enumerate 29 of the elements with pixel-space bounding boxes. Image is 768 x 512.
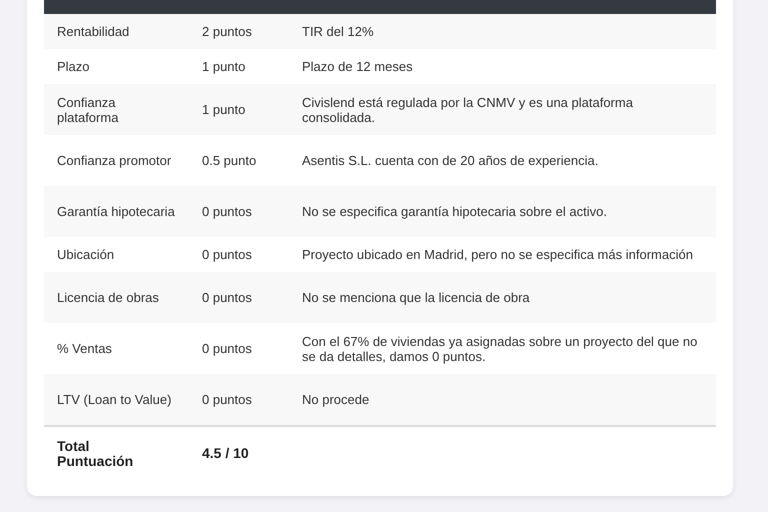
table-cell-text: 4.5 / 10 [201,446,250,461]
table-cell-text: Plazo de 12 meses [301,59,414,74]
table-cell-text: Total Puntuación [56,438,134,468]
table-cell-text: 1 punto [201,59,246,74]
table-cell-text: 2 puntos [201,24,253,39]
table-cell-text: Garantía hipotecaria [56,204,176,219]
table-cell-text: Civislend está regulada por la CNMV y es una plataforma consolidada. [301,94,634,124]
table-cell-text: 0 puntos [201,247,253,262]
table-cell-text: 0.5 punto [201,153,258,168]
table-cell-text: 0 puntos [201,290,253,305]
table-cell-text: No procede [301,392,370,407]
table-cell-text: 0 puntos [201,392,253,407]
table-cell-text: No se menciona que la licencia de obra [301,290,531,305]
table-cell-text: LTV (Loan to Value) [56,392,172,407]
table-cell-text: % Ventas [56,341,113,356]
table-cell-text: Ubicación [56,247,116,262]
table-cell-text: TIR del 12% [301,24,375,39]
table-cell-text: 0 puntos [201,204,253,219]
table-cell-text: Asentis S.L. cuenta con de 20 años de experiencia. [301,153,600,168]
table-cell-text: Proyecto ubicado en Madrid, pero no se especifica más información [301,247,694,262]
table-cell-text: Rentabilidad [56,24,130,39]
table-cell-text: Con el 67% de viviendas ya asignadas sobre un proyecto del que no se da detalles, damos 0 puntos. [301,334,698,364]
table-cell-text: Confianza plataforma [56,94,120,124]
table-cell-text: Confianza promotor [56,153,172,168]
table-cell-text: Licencia de obras [56,290,160,305]
table-cell-text: 1 punto [201,102,246,117]
table-cell-text: 0 puntos [201,341,253,356]
table-cell-text: No se especifica garantía hipotecaria sobre el activo. [301,204,608,219]
table-cell-text: Plazo [56,59,91,74]
